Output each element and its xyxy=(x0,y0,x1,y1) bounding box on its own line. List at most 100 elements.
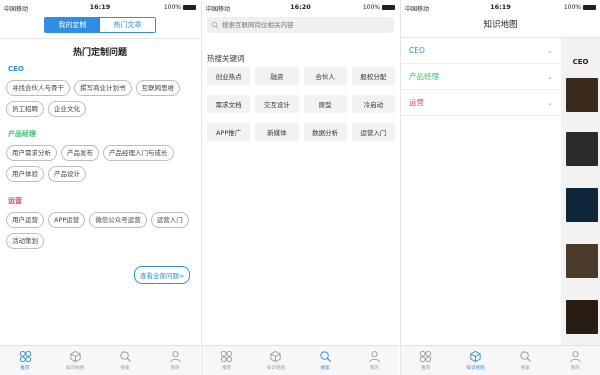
keyword-chip[interactable]: 融资 xyxy=(255,67,299,85)
keyword-chip[interactable]: 合伙人 xyxy=(303,67,347,85)
tabbar-item-recommend[interactable]: 推荐 xyxy=(0,346,50,375)
thumbnail-image[interactable] xyxy=(566,132,598,166)
keyword-chip[interactable]: 需求文档 xyxy=(207,95,251,113)
battery-indicator: 100% xyxy=(363,4,395,11)
keyword-chip[interactable]: 创业热点 xyxy=(207,67,251,85)
tabbar-item-search[interactable]: 搜索 xyxy=(301,346,350,375)
view-all-button[interactable]: 查看全部问题> xyxy=(134,266,191,284)
battery-indicator: 100% xyxy=(564,4,596,11)
user-icon xyxy=(369,351,380,363)
battery-percent: 100% xyxy=(163,4,181,11)
tabbar-item-me[interactable]: 我的 xyxy=(150,346,200,375)
tabbar-label: 推荐 xyxy=(421,366,431,371)
thumbnail-image[interactable] xyxy=(566,244,598,278)
tag[interactable]: 产品发布 xyxy=(61,145,99,161)
category-label: CEO xyxy=(409,46,425,55)
tabbar-item-me[interactable]: 我的 xyxy=(550,346,600,375)
tag-group-pm: 用户需求分析 产品发布 产品经理入门与成长 用户体验 产品设计 xyxy=(6,145,196,182)
search-icon xyxy=(211,21,219,29)
tag[interactable]: 产品设计 xyxy=(48,166,86,182)
screen-knowledge-map: 中国移动 16:19 100% 知识地图 CEO ⌄ 产品经理 ⌄ 运营 ⌄ C… xyxy=(400,0,600,375)
tabbar-item-knowledge-map[interactable]: 知识地图 xyxy=(50,346,100,375)
grid-icon xyxy=(220,350,233,363)
thumbnail-image[interactable] xyxy=(566,78,598,112)
section-title-ops: 运营 xyxy=(8,197,22,205)
cube-icon xyxy=(69,350,81,363)
category-label: 运营 xyxy=(409,98,424,107)
search-bar[interactable] xyxy=(207,17,394,33)
battery-icon xyxy=(583,5,596,10)
tag[interactable]: 用户需求分析 xyxy=(6,145,57,161)
keyword-chip[interactable]: 原型 xyxy=(303,95,347,113)
keyword-chip[interactable]: 运营入门 xyxy=(351,123,395,141)
tabbar-item-search[interactable]: 搜索 xyxy=(100,346,150,375)
tabbar-label: 搜索 xyxy=(320,366,330,371)
tab-my-custom[interactable]: 我的定制 xyxy=(45,18,100,32)
tag[interactable]: 产品经理入门与成长 xyxy=(103,145,174,161)
search-icon xyxy=(319,351,331,363)
tabbar-item-knowledge-map[interactable]: 知识地图 xyxy=(251,346,300,375)
tabbar-item-recommend[interactable]: 推荐 xyxy=(401,346,451,375)
segmented-control: 我的定制 热门文章 xyxy=(44,17,156,33)
category-label: 产品经理 xyxy=(409,72,439,81)
tabbar-label: 我的 xyxy=(570,366,580,371)
category-item-ops[interactable]: 运营 ⌄ xyxy=(401,90,561,116)
tabbar-label: 我的 xyxy=(369,366,379,371)
tabbar-label: 我的 xyxy=(170,366,180,371)
tag[interactable]: 寻找合伙人与骨干 xyxy=(6,80,70,96)
section-title-pm: 产品经理 xyxy=(8,130,36,138)
tag[interactable]: 用户运营 xyxy=(6,212,44,228)
category-item-ceo[interactable]: CEO ⌄ xyxy=(401,38,561,64)
keyword-chip[interactable]: 新媒体 xyxy=(255,123,299,141)
search-icon xyxy=(119,351,131,363)
tabbar-label: 推荐 xyxy=(222,366,232,371)
keyword-chip[interactable]: 交互设计 xyxy=(255,95,299,113)
category-item-pm[interactable]: 产品经理 ⌄ xyxy=(401,64,561,90)
search-icon xyxy=(520,351,531,363)
status-bar: 中国移动 16:19 100% xyxy=(401,0,600,14)
battery-percent: 100% xyxy=(563,4,581,11)
tag[interactable]: APP运营 xyxy=(48,212,86,228)
hot-keywords-title: 热搜关键词 xyxy=(207,54,245,63)
screen-search: 中国移动 16:20 100% 热搜关键词 创业热点 融资 合伙人 股权分配 需… xyxy=(201,0,399,375)
tag[interactable]: 活动策划 xyxy=(6,233,44,249)
section-title-ceo: CEO xyxy=(8,65,24,73)
tabbar-label: 知识地图 xyxy=(466,366,485,371)
tab-bar: 推荐 知识地图 搜索 我的 xyxy=(0,345,200,375)
status-bar: 中国移动 16:19 100% xyxy=(0,0,200,14)
battery-icon xyxy=(382,5,395,10)
tag-group-ops: 用户运营 APP运营 微信公众号运营 运营入门 活动策划 xyxy=(6,212,196,249)
tag-group-ceo: 寻找合伙人与骨干 撰写商业计划书 互联网思维 员工招聘 企业文化 xyxy=(6,80,196,117)
tab-bar: 推荐 知识地图 搜索 我的 xyxy=(202,345,399,375)
cube-icon xyxy=(270,350,281,363)
tabbar-label: 搜索 xyxy=(520,366,530,371)
page-title: 知识地图 xyxy=(401,14,600,38)
tag[interactable]: 用户体验 xyxy=(6,166,44,182)
tag[interactable]: 微信公众号运营 xyxy=(89,212,147,228)
tab-hot-articles[interactable]: 热门文章 xyxy=(100,18,155,32)
panel-label: CEO xyxy=(572,58,589,66)
keyword-chip[interactable]: 股权分配 xyxy=(351,67,395,85)
tag[interactable]: 互联网思维 xyxy=(135,80,180,96)
tag[interactable]: 撰写商业计划书 xyxy=(74,80,132,96)
tabbar-item-knowledge-map[interactable]: 知识地图 xyxy=(451,346,501,375)
keyword-grid: 创业热点 融资 合伙人 股权分配 需求文档 交互设计 原型 冷启动 APP推广 … xyxy=(207,67,395,141)
tag[interactable]: 企业文化 xyxy=(48,101,86,117)
keyword-chip[interactable]: APP推广 xyxy=(207,123,251,141)
thumbnail-image[interactable] xyxy=(566,188,598,222)
divider xyxy=(0,38,200,39)
search-input[interactable] xyxy=(222,21,382,29)
screen-custom: 中国移动 16:19 100% 我的定制 热门文章 热门定制问题 CEO 寻找合… xyxy=(0,0,200,375)
thumbnail-image[interactable] xyxy=(566,300,598,334)
tag[interactable]: 员工招聘 xyxy=(6,101,44,117)
user-icon xyxy=(169,351,181,363)
tabbar-item-recommend[interactable]: 推荐 xyxy=(202,346,251,375)
tabbar-label: 搜索 xyxy=(120,366,130,371)
tabbar-item-search[interactable]: 搜索 xyxy=(501,346,551,375)
keyword-chip[interactable]: 数据分析 xyxy=(303,123,347,141)
category-list: CEO ⌄ 产品经理 ⌄ 运营 ⌄ xyxy=(401,38,561,116)
tabbar-label: 知识地图 xyxy=(66,366,84,371)
keyword-chip[interactable]: 冷启动 xyxy=(351,95,395,113)
tabbar-item-me[interactable]: 我的 xyxy=(350,346,399,375)
tag[interactable]: 运营入门 xyxy=(150,212,189,228)
